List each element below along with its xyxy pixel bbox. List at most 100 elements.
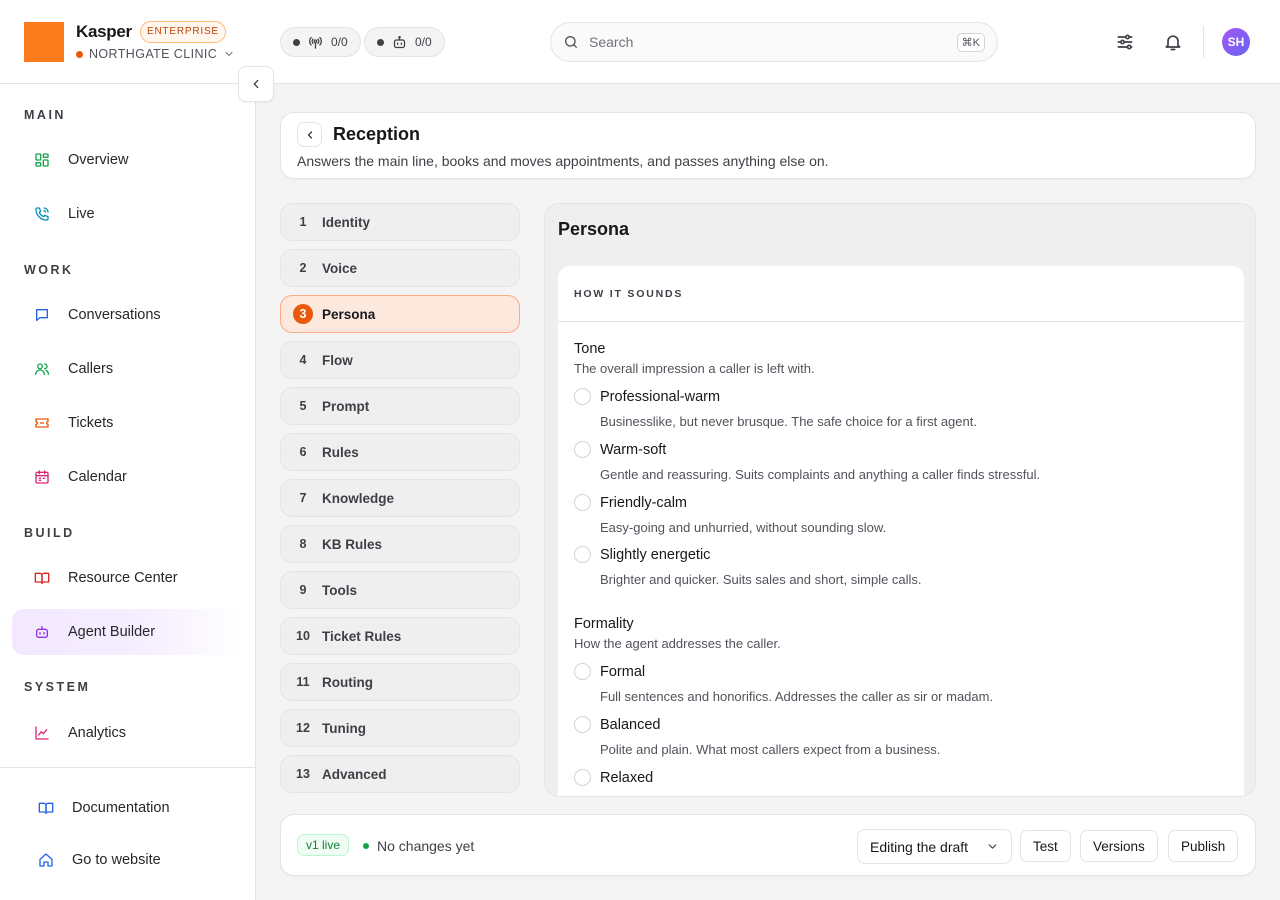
tone-option-professional-warm[interactable]: Professional-warm (574, 388, 720, 405)
option-label: Balanced (600, 716, 661, 733)
step-tuning[interactable]: 12 Tuning (280, 709, 520, 747)
sidebar-item-resource-center[interactable]: Resource Center (12, 555, 244, 601)
step-routing[interactable]: 11 Routing (280, 663, 520, 701)
collapse-sidebar-button[interactable] (238, 66, 274, 102)
sidebar-item-label: Live (68, 206, 95, 222)
step-label: Routing (322, 674, 373, 690)
radio-button[interactable] (574, 546, 591, 563)
book-icon (38, 802, 54, 814)
formality-option-relaxed[interactable]: Relaxed (574, 769, 653, 786)
global-search[interactable]: ⌘K (550, 22, 998, 62)
bell-icon (1165, 35, 1181, 51)
option-label: Relaxed (600, 769, 654, 786)
step-tools[interactable]: 9 Tools (280, 571, 520, 609)
radio-button[interactable] (574, 663, 591, 680)
search-input[interactable] (589, 34, 947, 50)
versions-button[interactable]: Versions (1080, 830, 1158, 862)
step-flow[interactable]: 4 Flow (280, 341, 520, 379)
sidebar-item-agent-builder[interactable]: Agent Builder (12, 609, 244, 655)
calls-counter: 0/0 (331, 35, 348, 49)
step-label: Prompt (322, 398, 370, 414)
step-number: 7 (299, 491, 307, 505)
radio-button[interactable] (574, 441, 591, 458)
tone-option-warm-soft[interactable]: Warm-soft (574, 441, 666, 458)
sidebar-item-callers[interactable]: Callers (12, 346, 244, 392)
sidebar-item-label: Overview (68, 152, 129, 168)
mode-dropdown[interactable]: Editing the draft (857, 829, 1012, 864)
chat-icon (36, 309, 48, 321)
book-open-icon (34, 572, 50, 584)
how-it-sounds-card[interactable]: HOW IT SOUNDS Tone The overall impressio… (558, 266, 1244, 796)
step-prompt[interactable]: 5 Prompt (280, 387, 520, 425)
step-label: KB Rules (322, 536, 383, 552)
radio-button[interactable] (574, 494, 591, 511)
section-label: HOW IT SOUNDS (558, 266, 1244, 322)
formality-option-balanced[interactable]: Balanced (574, 716, 660, 733)
tone-option-slightly-energetic[interactable]: Slightly energetic (574, 546, 710, 563)
filters-button[interactable] (1112, 29, 1138, 55)
option-description: Easy-going and unhurried, without soundi… (600, 520, 887, 535)
step-ticket-rules[interactable]: 10 Ticket Rules (280, 617, 520, 655)
step-label: Ticket Rules (322, 628, 402, 644)
sidebar-item-tickets[interactable]: Tickets (12, 400, 244, 446)
step-label: Tuning (322, 720, 366, 736)
chevron-left-icon (253, 79, 259, 89)
radio-button[interactable] (574, 388, 591, 405)
step-voice[interactable]: 2 Voice (280, 249, 520, 287)
test-button[interactable]: Test (1020, 830, 1071, 862)
step-number: 4 (299, 353, 307, 367)
step-kb-rules[interactable]: 8 KB Rules (280, 525, 520, 563)
app-name: Kasper (76, 22, 132, 41)
sidebar-item-label: Go to website (72, 852, 161, 868)
sidebar-item-website[interactable]: Go to website (12, 837, 244, 883)
sidebar-item-label: Tickets (68, 415, 114, 431)
option-description: Brighter and quicker. Suits sales and sh… (600, 572, 922, 587)
top-bar: Kasper ENTERPRISE NORTHGATE CLINIC 0/0 0… (0, 0, 1280, 84)
sidebar-item-live[interactable]: Live (12, 191, 244, 237)
step-advanced[interactable]: 13 Advanced (280, 755, 520, 793)
step-knowledge[interactable]: 7 Knowledge (280, 479, 520, 517)
sidebar-item-conversations[interactable]: Conversations (12, 292, 244, 338)
user-avatar[interactable]: SH (1222, 28, 1250, 56)
tone-title: Tone (574, 341, 606, 357)
bot-icon (36, 626, 48, 638)
calls-status-dot (293, 38, 300, 46)
step-label: Identity (322, 214, 371, 230)
sidebar-item-label: Calendar (68, 469, 127, 485)
agent-header: Reception Answers the main line, books a… (280, 112, 1256, 179)
radio-button[interactable] (574, 716, 591, 733)
notifications-button[interactable] (1160, 29, 1186, 55)
sidebar-item-analytics[interactable]: Analytics (12, 710, 244, 756)
step-label: Advanced (322, 766, 387, 782)
step-identity[interactable]: 1 Identity (280, 203, 520, 241)
radio-button[interactable] (574, 769, 591, 786)
step-persona[interactable]: 3 Persona (280, 295, 520, 333)
home-icon (39, 853, 53, 867)
sidebar-item-overview[interactable]: Overview (12, 137, 244, 183)
bot-icon (393, 35, 406, 48)
app-logo[interactable] (24, 22, 64, 62)
agents-counter: 0/0 (415, 35, 432, 49)
back-button[interactable] (297, 122, 322, 147)
page-subtitle: Answers the main line, books and moves a… (297, 153, 829, 169)
ticket-icon (35, 418, 49, 428)
page-title: Reception (333, 124, 421, 144)
step-rules[interactable]: 6 Rules (280, 433, 520, 471)
calls-counter-pill[interactable]: 0/0 (280, 27, 361, 57)
broadcast-icon (309, 36, 322, 49)
step-number: 10 (296, 629, 310, 643)
org-switcher[interactable]: NORTHGATE CLINIC (76, 47, 235, 61)
panel-title: Persona (558, 219, 630, 239)
topbar-divider (1203, 26, 1204, 58)
tone-option-friendly-calm[interactable]: Friendly-calm (574, 494, 687, 511)
formality-title: Formality (574, 616, 634, 632)
sidebar-item-calendar[interactable]: Calendar (12, 454, 244, 500)
sidebar-item-documentation[interactable]: Documentation (12, 785, 244, 831)
persona-panel: Persona HOW IT SOUNDS Tone The overall i… (544, 203, 1256, 797)
publish-button[interactable]: Publish (1168, 830, 1239, 862)
chevron-down-icon (225, 51, 233, 57)
formality-option-formal[interactable]: Formal (574, 663, 645, 680)
agents-counter-pill[interactable]: 0/0 (364, 27, 445, 57)
sidebar: MAIN Overview Live WORK Conversations Ca… (0, 84, 256, 900)
mode-value: Editing the draft (870, 838, 969, 855)
